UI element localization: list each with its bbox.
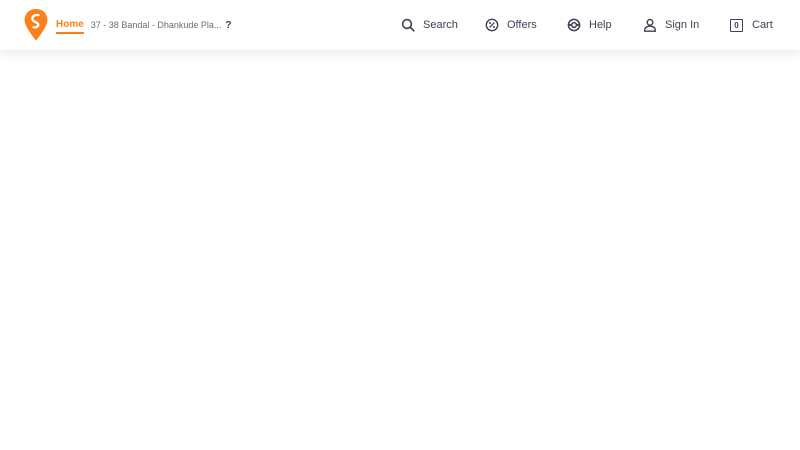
location-address: 37 - 38 Bandal - Dhankude Pla...: [90, 20, 222, 30]
nav-offers-label: Offers: [507, 19, 537, 31]
user-icon: [643, 18, 657, 32]
search-icon: [401, 18, 415, 32]
nav-signin-label: Sign In: [665, 19, 700, 31]
cart-count: 0: [734, 20, 739, 30]
nav-search-button[interactable]: Search: [401, 0, 458, 50]
swiggy-logo-icon[interactable]: [24, 9, 48, 41]
top-header: Home 37 - 38 Bandal - Dhankude Pla... ? …: [0, 0, 800, 50]
location-selector[interactable]: Home 37 - 38 Bandal - Dhankude Pla... ?: [56, 16, 232, 34]
nav-help-label: Help: [589, 19, 612, 31]
nav-signin-button[interactable]: Sign In: [643, 0, 699, 50]
nav-cart-button[interactable]: 0 Cart: [730, 0, 773, 50]
lifebuoy-icon: [567, 18, 581, 32]
nav-offers-button[interactable]: Offers: [485, 0, 537, 50]
nav-help-button[interactable]: Help: [567, 0, 612, 50]
nav-search-label: Search: [423, 19, 458, 31]
cart-bag-icon: 0: [730, 18, 743, 32]
chevron-down-icon: ?: [225, 19, 232, 31]
main-content-area: [0, 50, 800, 450]
location-label: Home: [56, 19, 84, 34]
nav-cart-label: Cart: [752, 19, 773, 31]
offer-badge-icon: [485, 18, 499, 32]
